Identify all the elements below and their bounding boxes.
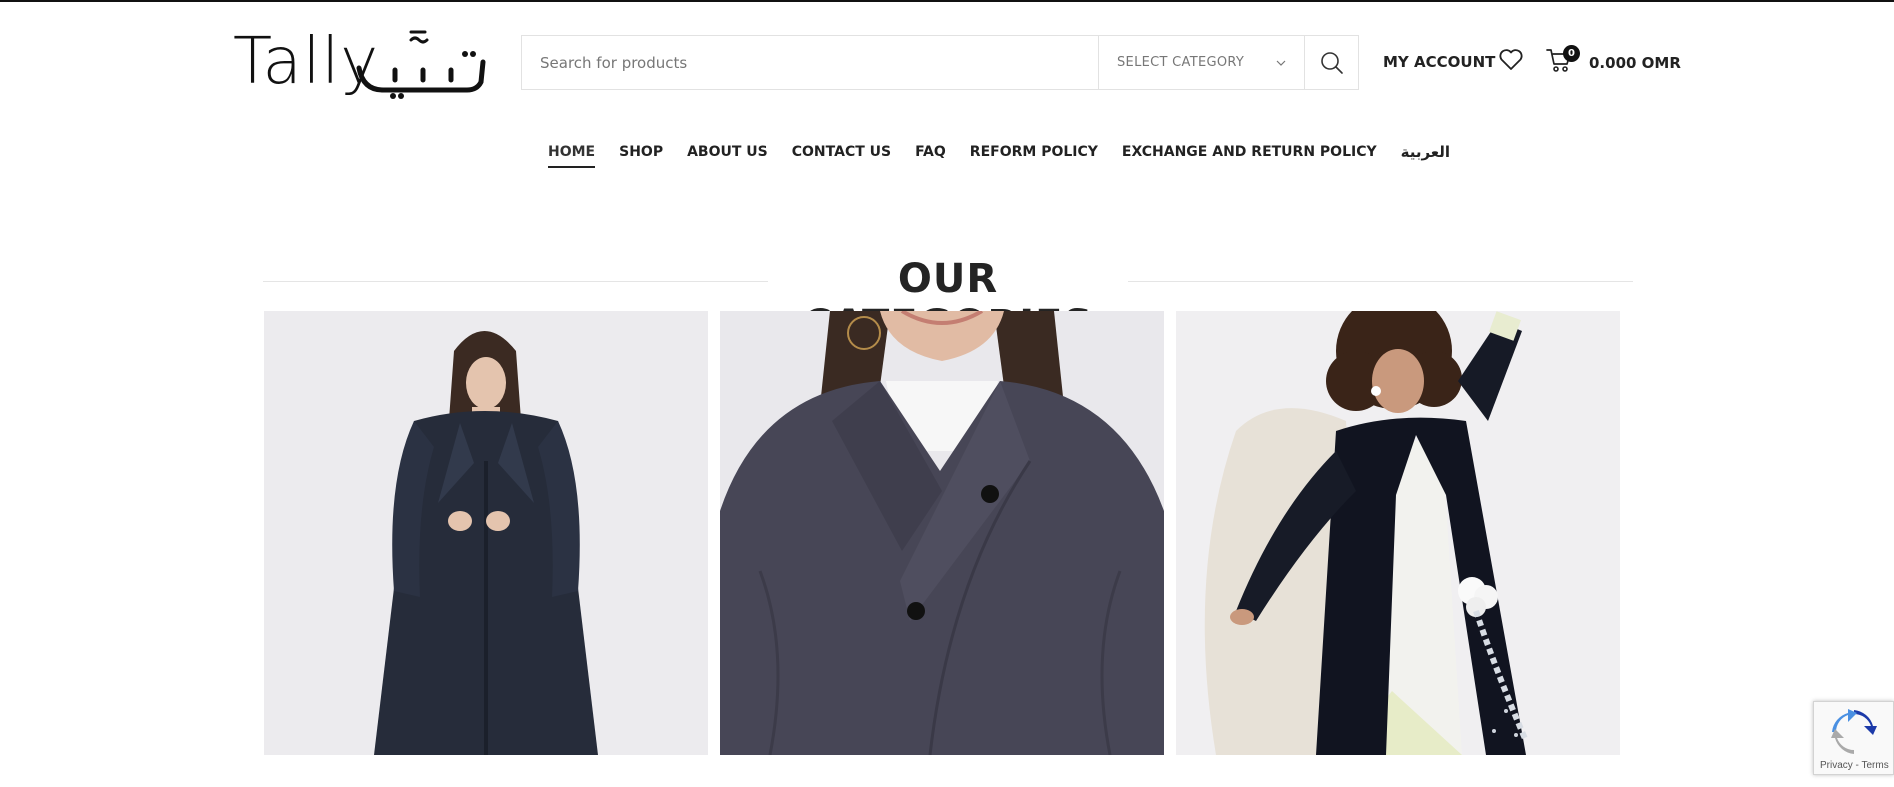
cart-count-badge: 0 [1563,45,1580,62]
section-divider-left [263,281,768,282]
search-icon [1320,51,1343,74]
logo-arabic-calligraphy [356,30,486,99]
category-select-label: SELECT CATEGORY [1117,55,1245,70]
search-bar: SELECT CATEGORY [521,35,1359,90]
heart-icon [1499,49,1523,70]
category-tile-2[interactable] [720,311,1164,755]
nav-language-arabic[interactable]: العربية [1401,143,1450,169]
category-image-3 [1176,311,1620,755]
recaptcha-links[interactable]: Privacy - Terms [1820,760,1889,771]
category-tile-3[interactable] [1176,311,1620,755]
nav-contact-us[interactable]: CONTACT US [792,144,891,168]
category-tile-1[interactable] [264,311,708,755]
main-navigation: HOME SHOP ABOUT US CONTACT US FAQ REFORM… [548,143,1450,169]
my-account-link[interactable]: MY ACCOUNT [1383,53,1495,71]
top-border [0,0,1894,2]
recaptcha-badge[interactable]: Privacy - Terms [1813,701,1894,775]
recaptcha-icon [1831,709,1877,754]
category-image-2 [720,311,1164,755]
nav-about-us[interactable]: ABOUT US [687,144,768,168]
site-logo[interactable]: Tally [233,20,497,104]
nav-reform-policy[interactable]: REFORM POLICY [970,144,1098,168]
category-select[interactable]: SELECT CATEGORY [1098,36,1304,89]
cart-total[interactable]: 0.000 OMR [1589,54,1681,72]
nav-shop[interactable]: SHOP [619,144,663,168]
nav-home[interactable]: HOME [548,144,596,168]
section-divider-right [1128,281,1633,282]
search-input[interactable] [522,36,1098,89]
category-image-1 [264,311,708,755]
chevron-down-icon [1276,60,1286,66]
wishlist-button[interactable] [1498,48,1524,76]
nav-faq[interactable]: FAQ [915,144,946,168]
search-button[interactable] [1304,36,1358,89]
nav-exchange-return-policy[interactable]: EXCHANGE AND RETURN POLICY [1122,144,1377,168]
